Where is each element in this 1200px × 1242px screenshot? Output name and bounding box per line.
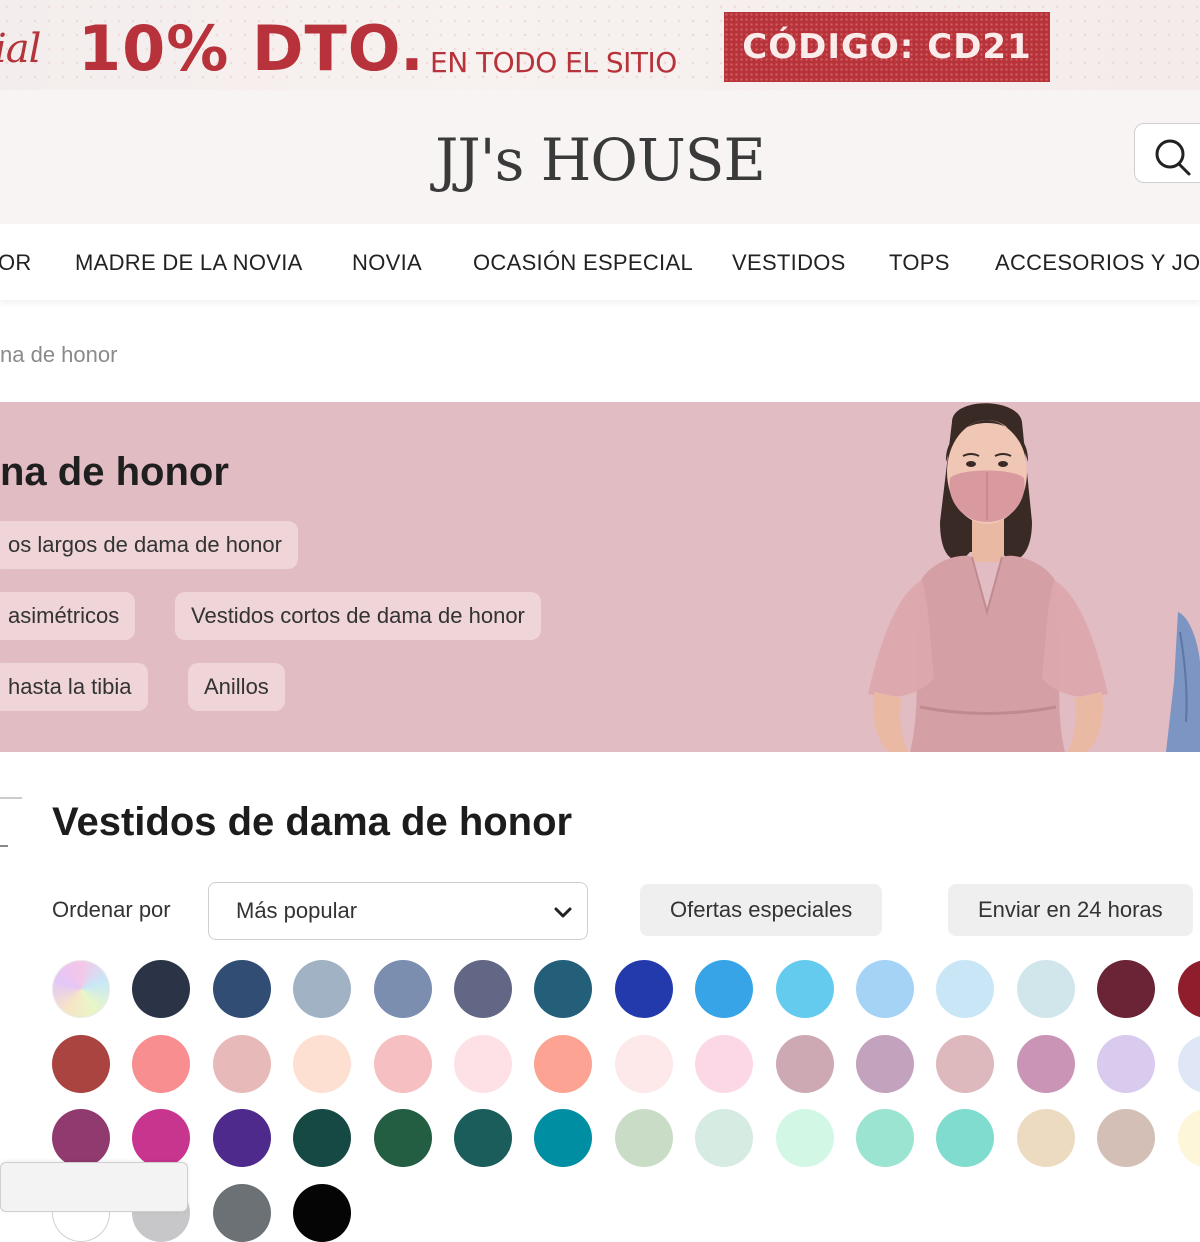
- color-swatch[interactable]: [212, 960, 271, 1018]
- color-swatch[interactable]: [695, 1109, 754, 1167]
- color-swatch[interactable]: [1097, 960, 1156, 1018]
- color-swatch[interactable]: [293, 1184, 352, 1242]
- color-swatch[interactable]: [373, 960, 432, 1018]
- chip-hasta-la-tibia[interactable]: hasta la tibia: [0, 663, 148, 711]
- chevron-down-icon: [554, 907, 572, 918]
- bottom-floating-panel[interactable]: [0, 1162, 188, 1212]
- filter-enviar-24-horas[interactable]: Enviar en 24 horas: [948, 884, 1193, 936]
- color-swatch[interactable]: [52, 1109, 110, 1167]
- nav-item-vestidos[interactable]: VESTIDOS: [732, 250, 846, 276]
- promo-code: CÓDIGO: CD21: [724, 12, 1050, 82]
- color-swatch[interactable]: [775, 1109, 834, 1167]
- color-swatch[interactable]: [293, 1109, 352, 1167]
- nav-item-madre-de-la-novia[interactable]: MADRE DE LA NOVIA: [75, 250, 303, 276]
- sidebar-edge: [0, 797, 22, 847]
- filter-ofertas-especiales[interactable]: Ofertas especiales: [640, 884, 883, 936]
- color-swatch[interactable]: [212, 1184, 271, 1242]
- color-swatch[interactable]: [1097, 1035, 1156, 1093]
- color-swatch[interactable]: [1177, 960, 1200, 1018]
- color-swatch[interactable]: [1097, 1109, 1156, 1167]
- color-swatch[interactable]: [775, 1035, 834, 1093]
- promo-banner[interactable]: ial 10% DTO. EN TODO EL SITIO CÓDIGO: CD…: [0, 0, 1200, 90]
- color-swatch[interactable]: [52, 960, 110, 1018]
- color-swatch[interactable]: [454, 1035, 512, 1093]
- color-swatch[interactable]: [454, 1109, 512, 1167]
- sort-select[interactable]: Más popular: [208, 882, 588, 940]
- color-swatch[interactable]: [856, 1109, 914, 1167]
- chip-anillos[interactable]: Anillos: [188, 663, 285, 711]
- promo-script-text: ial: [0, 26, 41, 72]
- chip-vestidos-largos[interactable]: os largos de dama de honor: [0, 521, 298, 569]
- color-swatch[interactable]: [293, 960, 352, 1018]
- color-swatch[interactable]: [1016, 1109, 1075, 1167]
- color-swatch[interactable]: [373, 1035, 432, 1093]
- color-swatch[interactable]: [1016, 960, 1075, 1018]
- nav-item-ocasion-especial[interactable]: OCASIÓN ESPECIAL: [473, 250, 693, 276]
- site-logo[interactable]: JJ's HOUSE: [0, 126, 1200, 194]
- color-swatch[interactable]: [454, 960, 512, 1018]
- color-swatch[interactable]: [534, 1109, 593, 1167]
- color-swatch[interactable]: [212, 1035, 271, 1093]
- nav-item-novia[interactable]: NOVIA: [352, 250, 422, 276]
- site-header: JJ's HOUSE: [0, 90, 1200, 224]
- chip-vestidos-cortos[interactable]: Vestidos cortos de dama de honor: [175, 592, 541, 640]
- color-swatch[interactable]: [695, 960, 754, 1018]
- color-swatch[interactable]: [132, 1109, 191, 1167]
- category-hero: na de honor os largos de dama de honor a…: [0, 402, 1200, 752]
- color-swatch[interactable]: [293, 1035, 352, 1093]
- hero-model-image: [868, 403, 1200, 752]
- color-swatch[interactable]: [936, 960, 995, 1018]
- hero-title: na de honor: [0, 450, 229, 494]
- nav-item-partial[interactable]: OR: [0, 250, 32, 276]
- color-swatch[interactable]: [132, 1035, 191, 1093]
- color-swatch[interactable]: [373, 1109, 432, 1167]
- color-swatch[interactable]: [534, 1035, 593, 1093]
- promo-scope: EN TODO EL SITIO: [430, 46, 677, 79]
- nav-item-accesorios[interactable]: ACCESORIOS Y JOY: [995, 250, 1200, 276]
- color-swatch[interactable]: [1016, 1035, 1075, 1093]
- promo-discount: 10% DTO.: [78, 12, 425, 85]
- color-swatch[interactable]: [212, 1109, 271, 1167]
- chip-asimetricos[interactable]: asimétricos: [0, 592, 136, 640]
- color-swatch[interactable]: [856, 960, 914, 1018]
- color-swatch[interactable]: [534, 960, 593, 1018]
- color-swatch[interactable]: [775, 960, 834, 1018]
- color-swatch[interactable]: [1177, 1109, 1200, 1167]
- nav-item-tops[interactable]: TOPS: [889, 250, 950, 276]
- color-swatch[interactable]: [936, 1035, 995, 1093]
- color-swatch[interactable]: [614, 1109, 673, 1167]
- color-swatch[interactable]: [856, 1035, 914, 1093]
- search-button[interactable]: [1134, 123, 1200, 183]
- color-swatch[interactable]: [695, 1035, 754, 1093]
- listing-title: Vestidos de dama de honor: [52, 800, 573, 844]
- sort-select-value: Más popular: [236, 898, 358, 923]
- color-swatch[interactable]: [132, 960, 191, 1018]
- color-swatch[interactable]: [614, 960, 673, 1018]
- color-swatch[interactable]: [52, 1035, 110, 1093]
- color-swatch[interactable]: [614, 1035, 673, 1093]
- breadcrumb[interactable]: na de honor: [0, 342, 117, 368]
- color-swatch[interactable]: [1177, 1035, 1200, 1093]
- sort-label: Ordenar por: [52, 897, 171, 922]
- main-nav: OR MADRE DE LA NOVIA NOVIA OCASIÓN ESPEC…: [0, 224, 1200, 300]
- search-icon: [1155, 139, 1191, 176]
- color-swatch[interactable]: [936, 1109, 995, 1167]
